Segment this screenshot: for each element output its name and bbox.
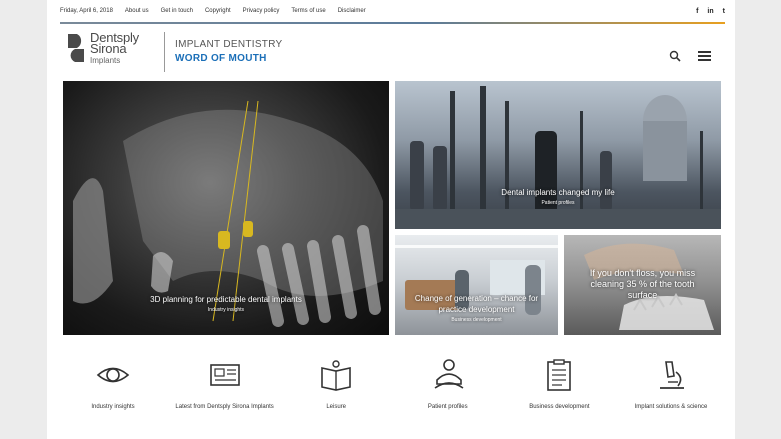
paris-bridge-image (395, 86, 721, 229)
tile-caption: If you don't floss, you miss cleaning 35… (564, 268, 721, 301)
current-date: Friday, April 6, 2018 (60, 8, 113, 14)
category-label: Implant solutions & science (634, 404, 708, 410)
category-implant-solutions[interactable]: Implant solutions & science (621, 358, 721, 428)
category-label: Business development (529, 404, 590, 410)
category-label: Latest from Dentsply Sirona Implants (175, 404, 274, 410)
link-about-us[interactable]: About us (125, 8, 149, 14)
newspaper-icon (209, 364, 240, 386)
tile-title: Change of generation – chance for practi… (414, 294, 539, 314)
tagline-line-2: WORD OF MOUTH (175, 53, 267, 64)
category-label: Leisure (326, 404, 347, 410)
tile-category: Industry insights (207, 307, 245, 313)
microscope-icon (659, 361, 684, 389)
people-icon (434, 359, 464, 389)
tile-category: Business development (451, 317, 502, 323)
tile-caption: 3D planning for predictable dental impla… (63, 294, 389, 313)
tile-caption: Change of generation – chance for practi… (395, 293, 558, 323)
facebook-icon[interactable]: f (696, 8, 698, 15)
tile-category: Patient profiles (541, 200, 575, 206)
article-tile-3d-planning[interactable]: 3D planning for predictable dental impla… (63, 81, 389, 335)
brand-line-3: Implants (90, 56, 121, 65)
header-divider (60, 22, 725, 24)
category-patient-profiles[interactable]: Patient profiles (398, 358, 498, 428)
clipboard-icon (547, 359, 572, 391)
article-tile-life-changed[interactable]: Dental implants changed my life Patient … (395, 81, 721, 229)
link-disclaimer[interactable]: Disclaimer (338, 8, 366, 14)
category-industry-insights[interactable]: Industry insights (63, 358, 163, 428)
category-label: Industry insights (91, 404, 135, 410)
book-icon (321, 360, 351, 391)
linkedin-icon[interactable]: in (707, 8, 713, 15)
category-label: Patient profiles (427, 404, 468, 410)
link-terms-of-use[interactable]: Terms of use (291, 8, 325, 14)
category-latest-news[interactable]: Latest from Dentsply Sirona Implants (175, 358, 275, 428)
eye-icon (96, 367, 130, 383)
tile-title: If you don't floss, you miss cleaning 35… (589, 268, 696, 300)
article-tile-change-of-generation[interactable]: Change of generation – chance for practi… (395, 235, 558, 335)
article-tile-floss[interactable]: If you don't floss, you miss cleaning 35… (564, 235, 721, 335)
site-tagline: IMPLANT DENTISTRY WORD OF MOUTH (175, 38, 283, 66)
site-header: Dentsply Sirona Implants IMPLANT DENTIST… (60, 26, 725, 78)
logo-separator (164, 32, 165, 72)
link-privacy-policy[interactable]: Privacy policy (243, 8, 280, 14)
hamburger-menu-icon[interactable] (698, 51, 711, 61)
tile-caption: Dental implants changed my life Patient … (395, 187, 721, 206)
link-get-in-touch[interactable]: Get in touch (161, 8, 193, 14)
social-links: f in t (696, 8, 725, 15)
category-nav: Industry insights Latest from Dentsply S… (63, 358, 721, 428)
category-leisure[interactable]: Leisure (286, 358, 386, 428)
tile-title: Dental implants changed my life (501, 188, 615, 197)
tile-title: 3D planning for predictable dental impla… (150, 295, 302, 304)
search-icon[interactable] (669, 50, 681, 62)
top-bar: Friday, April 6, 2018 About us Get in to… (60, 0, 725, 22)
page: Friday, April 6, 2018 About us Get in to… (47, 0, 735, 439)
dentsply-sirona-logo-icon[interactable] (66, 33, 86, 63)
tagline-line-1: IMPLANT DENTISTRY (175, 39, 283, 50)
link-copyright[interactable]: Copyright (205, 8, 231, 14)
category-business-development[interactable]: Business development (509, 358, 609, 428)
brand-name[interactable]: Dentsply Sirona Implants (90, 31, 139, 66)
twitter-icon[interactable]: t (723, 8, 725, 15)
